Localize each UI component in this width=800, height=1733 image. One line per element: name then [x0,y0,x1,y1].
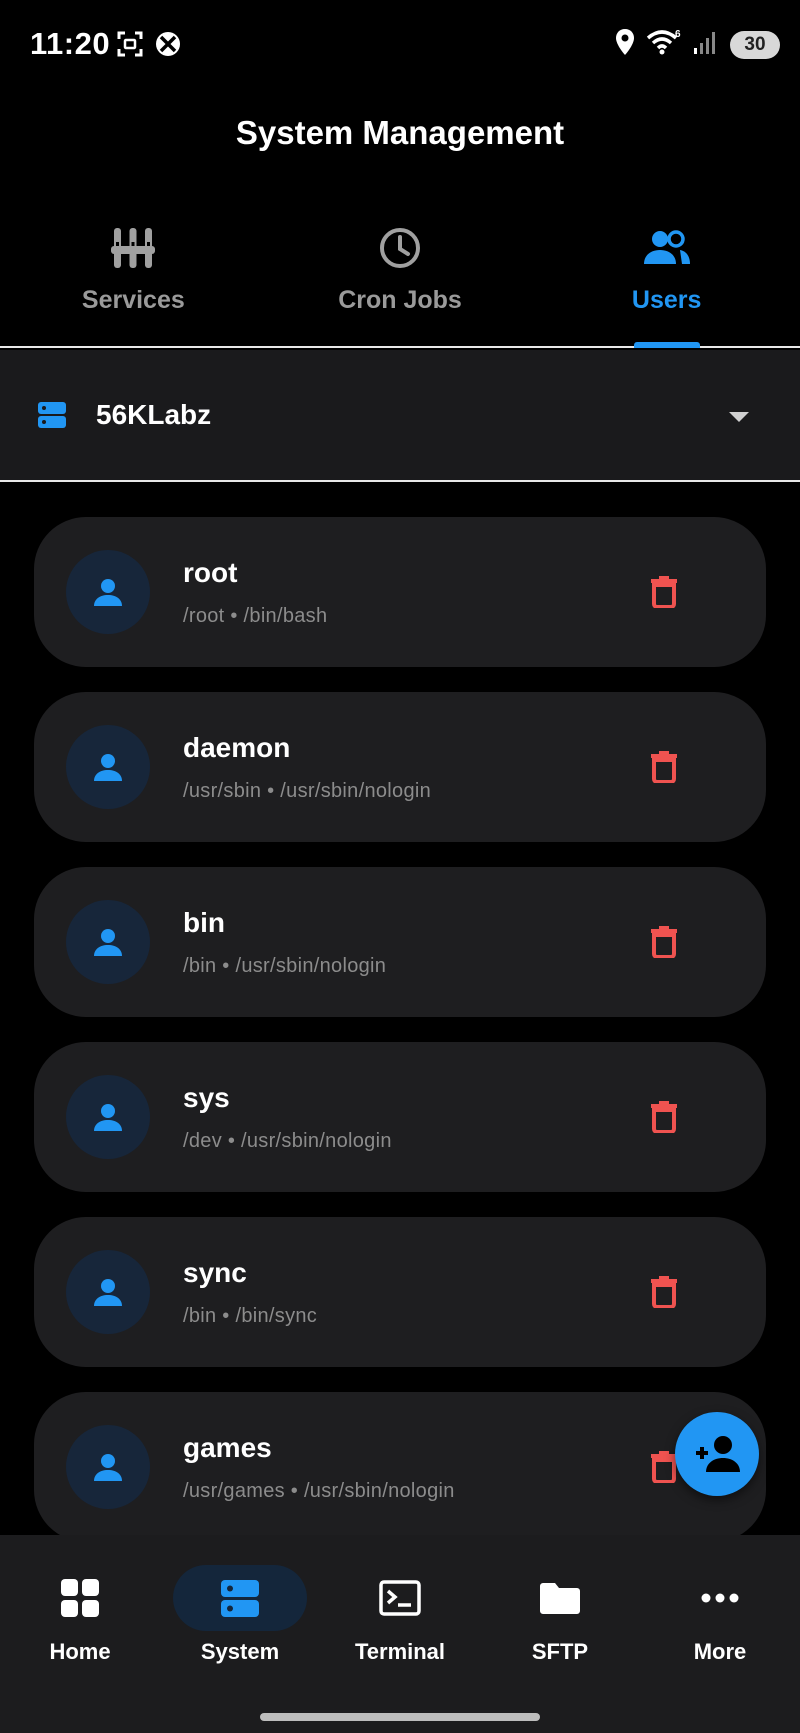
person-icon [94,1279,122,1306]
server-icon [173,1565,307,1631]
user-name: bin [183,907,225,938]
server-name: 56KLabz [96,399,212,430]
person-icon [94,929,122,956]
user-name: games [183,1432,272,1463]
grid-icon [13,1565,147,1631]
nav-more-label: More [693,1639,747,1664]
tab-services[interactable]: Services [0,200,267,346]
user-meta: /dev • /usr/sbin/nologin [183,1130,392,1152]
person-icon [94,1104,122,1131]
clock-icon [378,224,422,272]
services-icon [109,224,157,272]
avatar [66,1425,150,1509]
folder-icon [493,1565,627,1631]
status-left-icons [116,30,182,63]
tab-bar: Services Cron Jobs Users [0,200,800,348]
delete-user-button[interactable] [644,1271,684,1311]
trash-icon [651,576,677,608]
avatar [66,550,150,634]
svg-text:6: 6 [675,29,681,40]
user-card[interactable]: sys /dev • /usr/sbin/nologin [34,1042,766,1192]
delete-user-button[interactable] [644,921,684,961]
avatar [66,900,150,984]
trash-icon [651,1101,677,1133]
chevron-down-icon [728,410,750,428]
signal-icon [692,28,720,61]
delete-user-button[interactable] [644,1096,684,1136]
user-list: root /root • /bin/bash daemon /usr/sbin … [34,517,766,1567]
user-meta: /bin • /usr/sbin/nologin [183,955,387,977]
tab-users-label: Users [631,286,702,314]
avatar [66,725,150,809]
xbox-icon [154,30,182,63]
server-selector[interactable]: 56KLabz [0,350,800,482]
user-name: daemon [183,732,291,763]
user-meta: /usr/sbin • /usr/sbin/nologin [183,780,432,802]
person-icon [94,1454,122,1481]
status-bar: 11:20 6 30 [0,0,800,90]
person-icon [94,754,122,781]
user-card[interactable]: root /root • /bin/bash [34,517,766,667]
page-title: System Management [235,114,565,151]
more-icon [653,1565,787,1631]
user-name: sync [183,1257,247,1288]
add-user-button[interactable] [675,1412,759,1496]
add-user-icon [696,1436,740,1472]
user-meta: /usr/games • /usr/sbin/nologin [183,1480,455,1502]
status-right: 6 30 [614,28,780,61]
home-indicator[interactable] [260,1713,540,1721]
trash-icon [651,1276,677,1308]
user-meta: /root • /bin/bash [183,605,328,627]
nav-system[interactable]: System [160,1565,320,1665]
terminal-icon [333,1565,467,1631]
server-icon [36,399,68,431]
tab-cron-jobs-label: Cron Jobs [338,286,462,314]
wifi-icon: 6 [646,28,682,61]
tab-cron-jobs[interactable]: Cron Jobs [267,200,534,346]
person-icon [94,579,122,606]
bottom-nav: Home System Terminal SFTP More [0,1535,800,1733]
user-card[interactable]: daemon /usr/sbin • /usr/sbin/nologin [34,692,766,842]
nav-more[interactable]: More [640,1565,800,1665]
nav-terminal[interactable]: Terminal [320,1565,480,1665]
tab-services-label: Services [81,286,185,314]
trash-icon [651,1451,677,1483]
nav-system-label: System [200,1639,280,1664]
delete-user-button[interactable] [644,746,684,786]
nav-sftp[interactable]: SFTP [480,1565,640,1665]
trash-icon [651,926,677,958]
screenshot-icon [116,30,144,63]
battery-indicator: 30 [730,30,780,59]
user-card[interactable]: bin /bin • /usr/sbin/nologin [34,867,766,1017]
user-card[interactable]: games /usr/games • /usr/sbin/nologin [34,1392,766,1542]
nav-home[interactable]: Home [0,1565,160,1665]
user-name: sys [183,1082,230,1113]
avatar [66,1075,150,1159]
avatar [66,1250,150,1334]
location-icon [614,28,636,61]
user-meta: /bin • /bin/sync [183,1305,318,1327]
status-time: 11:20 [30,26,111,61]
active-tab-indicator [633,342,700,348]
user-name: root [183,557,238,588]
user-card[interactable]: sync /bin • /bin/sync [34,1217,766,1367]
users-icon [642,224,692,272]
trash-icon [651,751,677,783]
delete-user-button[interactable] [644,571,684,611]
nav-sftp-label: SFTP [531,1639,589,1664]
nav-home-label: Home [49,1639,111,1664]
tab-users[interactable]: Users [533,200,800,348]
nav-terminal-label: Terminal [354,1639,446,1664]
